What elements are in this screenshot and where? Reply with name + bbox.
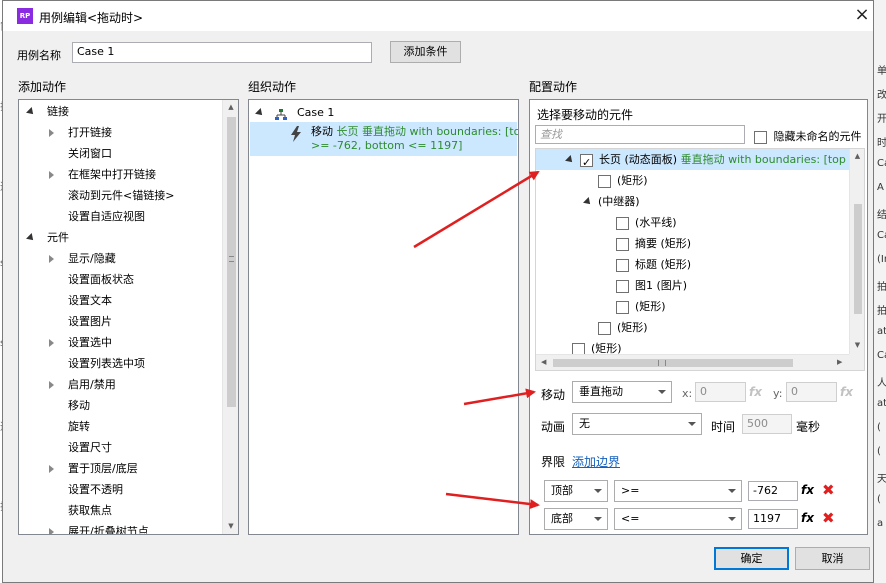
arrow-to-widget bbox=[413, 170, 540, 249]
annotation-arrows bbox=[413, 170, 540, 510]
arrow-to-move bbox=[463, 388, 536, 406]
arrow-to-bounds bbox=[445, 492, 540, 510]
